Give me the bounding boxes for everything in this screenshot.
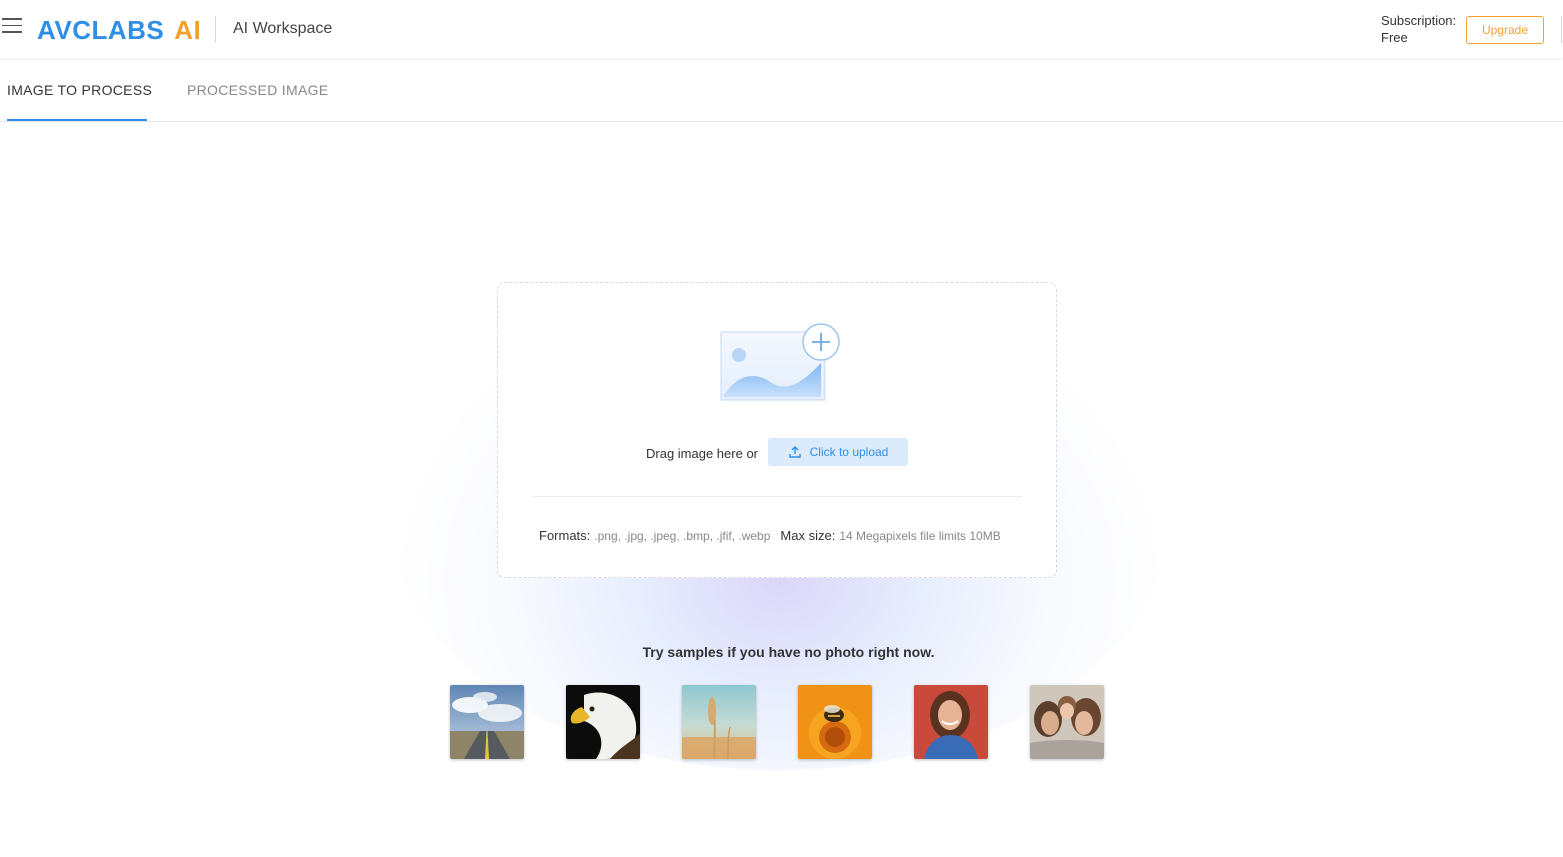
family-thumbnail [1030, 685, 1104, 759]
drag-hint-text: Drag image here or [646, 446, 758, 461]
subscription-plan: Free [1381, 30, 1408, 45]
formats-label: Formats: [539, 528, 591, 543]
card-divider [532, 496, 1022, 497]
active-tab-indicator [7, 119, 147, 121]
samples-title: Try samples if you have no photo right n… [642, 644, 935, 660]
upload-row: Drag image here or Click to upload [498, 438, 1056, 468]
logo-ai: AI [174, 15, 202, 45]
tab-image-to-process[interactable]: IMAGE TO PROCESS [7, 81, 152, 99]
sample-road[interactable] [450, 685, 524, 759]
upgrade-button[interactable]: Upgrade [1466, 16, 1544, 44]
sample-eagle[interactable] [566, 685, 640, 759]
woman-portrait-thumbnail [914, 685, 988, 759]
tab-processed-image[interactable]: PROCESSED IMAGE [187, 81, 328, 99]
upload-dropzone[interactable]: Drag image here or Click to upload Forma… [497, 282, 1057, 578]
header-divider [215, 16, 216, 43]
hamburger-menu-icon[interactable] [2, 18, 22, 34]
subscription-info: Subscription: Free [1381, 12, 1456, 46]
workspace-title: AI Workspace [233, 20, 333, 37]
image-add-icon [720, 323, 840, 401]
wheat-thumbnail [682, 685, 756, 759]
tab-bar: IMAGE TO PROCESS PROCESSED IMAGE [0, 58, 1563, 122]
file-requirements: Formats: .png, .jpg, .jpeg, .bmp, .jfif, … [539, 528, 1001, 543]
click-to-upload-button[interactable]: Click to upload [768, 438, 908, 466]
formats-value: .png, .jpg, .jpeg, .bmp, .jfif, .webp [594, 529, 771, 543]
upload-icon [788, 446, 801, 458]
header-right-divider [1561, 16, 1562, 43]
logo-brand: AVCLABS [37, 15, 165, 45]
subscription-label: Subscription: [1381, 13, 1457, 28]
eagle-thumbnail [566, 685, 640, 759]
app-logo[interactable]: AVCLABS AI [37, 14, 201, 46]
max-size-value: 14 Megapixels file limits 10MB [839, 529, 1001, 543]
sample-family[interactable] [1030, 685, 1104, 759]
sample-wheat[interactable] [682, 685, 756, 759]
bee-flower-thumbnail [798, 685, 872, 759]
sample-woman-portrait[interactable] [914, 685, 988, 759]
max-size-label: Max size: [780, 528, 836, 543]
road-thumbnail [450, 685, 524, 759]
app-header: AVCLABS AI AI Workspace Subscription: Fre… [0, 0, 1563, 58]
upload-button-label: Click to upload [809, 445, 889, 459]
sample-bee-flower[interactable] [798, 685, 872, 759]
